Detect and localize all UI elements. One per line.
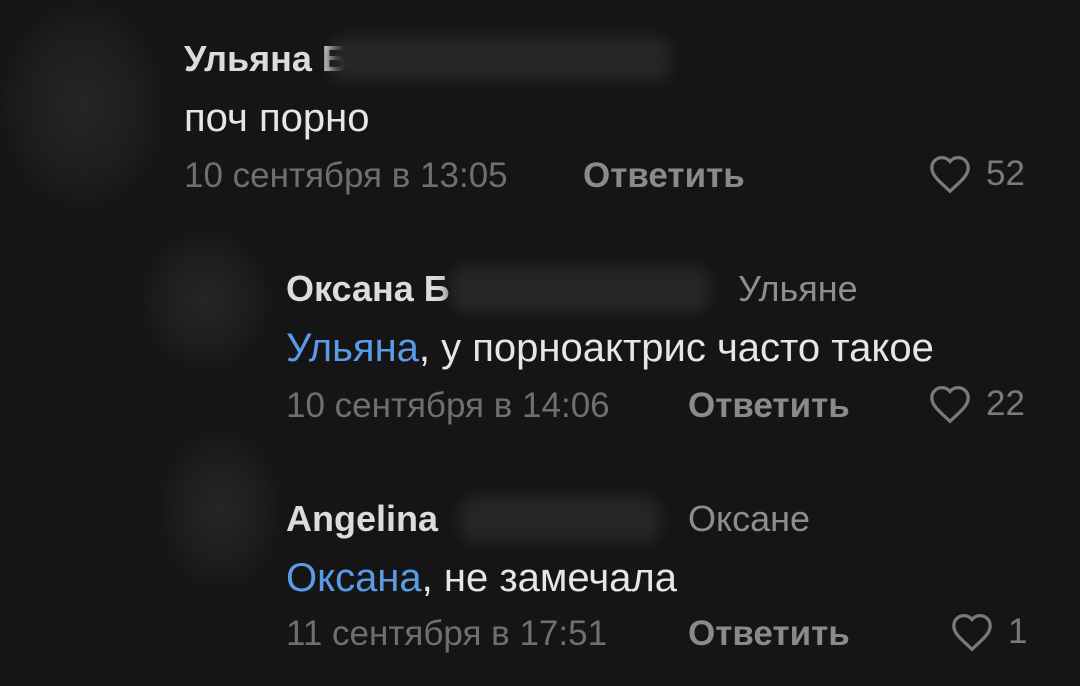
heart-outline-icon (928, 154, 972, 194)
comment-date: 10 сентября в 14:06 (286, 386, 610, 425)
heart-outline-icon (950, 612, 994, 652)
avatar[interactable] (0, 0, 165, 210)
comment-date: 11 сентября в 17:51 (286, 614, 608, 653)
like-button[interactable]: 52 (928, 154, 1025, 194)
comment-author[interactable]: Angelina (286, 498, 438, 540)
like-count: 52 (986, 154, 1025, 193)
reply-to-name[interactable]: Ульяне (738, 268, 858, 310)
comment-author[interactable]: Оксана Б (286, 268, 450, 310)
like-button[interactable]: 1 (950, 612, 1027, 652)
reply-button[interactable]: Ответить (583, 156, 745, 196)
heart-outline-icon (928, 384, 972, 424)
comment-text: поч порно (184, 96, 370, 140)
comment-body: , не замечала (421, 556, 678, 600)
mention-link[interactable]: Оксана (286, 556, 422, 600)
reply-button[interactable]: Ответить (688, 386, 850, 426)
comment-date: 10 сентября в 13:05 (184, 156, 508, 195)
comment-text: Оксана, не замечала (286, 556, 677, 601)
like-count: 22 (986, 384, 1025, 423)
comment-text: Ульяна, у порноактрис часто такое (286, 326, 934, 371)
reply-to-name[interactable]: Оксане (688, 498, 810, 540)
mention-link[interactable]: Ульяна (286, 326, 419, 370)
redacted-name (450, 266, 710, 312)
reply-button[interactable]: Ответить (688, 614, 850, 654)
redacted-name (330, 36, 670, 82)
avatar[interactable] (140, 230, 270, 370)
comment-author[interactable]: Ульяна Б (184, 38, 348, 80)
avatar[interactable] (160, 430, 280, 590)
like-button[interactable]: 22 (928, 384, 1025, 424)
like-count: 1 (1008, 612, 1028, 651)
comment-body: , у порноактрис часто такое (418, 326, 934, 370)
redacted-name (460, 496, 660, 542)
comments-screen: Ульяна Б поч порно 10 сентября в 13:05 О… (0, 0, 1080, 686)
